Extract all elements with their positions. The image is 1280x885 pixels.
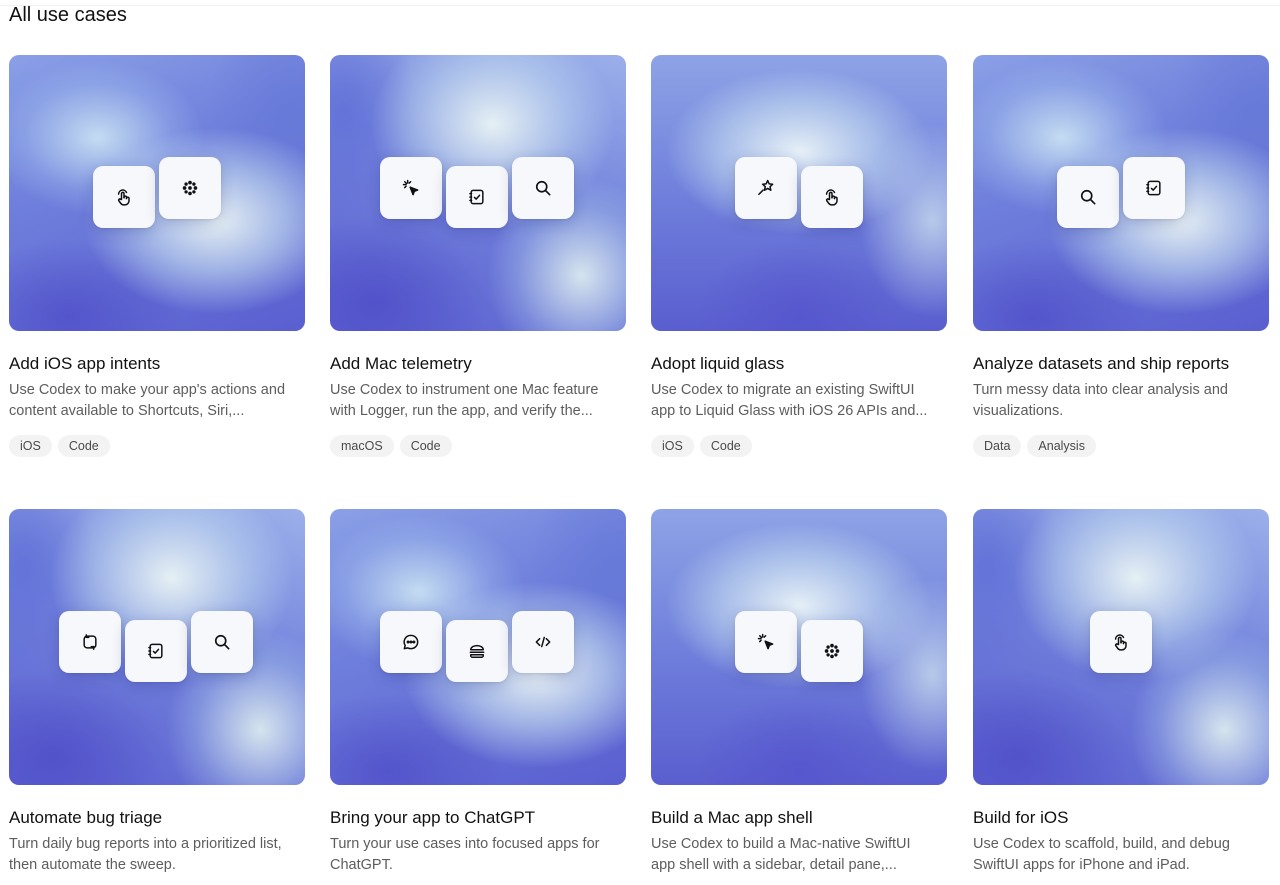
- tap-gesture-icon: [1090, 611, 1152, 673]
- card-description-line: Use Codex to make your app's actions and: [9, 382, 286, 398]
- tag-chip: Analysis: [1027, 435, 1096, 457]
- card-thumbnail: [651, 55, 947, 331]
- card-tags: macOS Code: [330, 435, 452, 457]
- tag-chip: Code: [57, 435, 110, 457]
- card-description-line: Turn your use cases into focused apps fo…: [330, 836, 600, 852]
- checklist-icon: [446, 166, 508, 228]
- tap-gesture-icon: [801, 166, 863, 228]
- card-title: Add Mac telemetry: [330, 354, 472, 373]
- tap-gesture-icon: [93, 166, 155, 228]
- card-tags: iOS Code: [651, 435, 752, 457]
- burger-icon: [446, 620, 508, 682]
- card-description: Use Codex to make your app's actions and…: [9, 380, 305, 421]
- card-thumbnail: [973, 55, 1269, 331]
- card-description-line: then automate the sweep.: [9, 856, 176, 873]
- card-description: Use Codex to instrument one Mac feature w…: [330, 380, 626, 421]
- rotate-square-icon: [59, 611, 121, 673]
- card-title: Analyze datasets and ship reports: [973, 354, 1230, 373]
- sparkle-cursor-icon: [380, 157, 442, 219]
- card-description-line: Use Codex to scaffold, build, and debug: [973, 836, 1230, 852]
- search-icon: [1057, 166, 1119, 228]
- card-thumbnail: [973, 509, 1269, 785]
- flower-icon: [801, 620, 863, 682]
- use-case-card[interactable]: Adopt liquid glass Use Codex to migrate a…: [651, 55, 947, 457]
- card-title: Bring your app to ChatGPT: [330, 808, 536, 827]
- tag-chip: Code: [399, 435, 452, 457]
- card-description: Use Codex to scaffold, build, and debug S…: [973, 834, 1269, 875]
- code-icon: [512, 611, 574, 673]
- magic-star-icon: [735, 157, 797, 219]
- card-description: Turn daily bug reports into a prioritize…: [9, 834, 305, 875]
- use-case-card[interactable]: Add Mac telemetry Use Codex to instrument…: [330, 55, 626, 457]
- card-description: Use Codex to migrate an existing SwiftUI…: [651, 380, 947, 421]
- card-title: Add iOS app intents: [9, 354, 161, 373]
- card-thumbnail: [9, 55, 305, 331]
- search-icon: [512, 157, 574, 219]
- card-description-line: Use Codex to migrate an existing SwiftUI: [651, 382, 915, 398]
- checklist-icon: [125, 620, 187, 682]
- card-description: Turn messy data into clear analysis and v…: [973, 380, 1269, 421]
- tag-chip: macOS: [330, 435, 394, 457]
- flower-icon: [159, 157, 221, 219]
- card-description-line: ChatGPT.: [330, 856, 393, 873]
- tag-chip: Code: [699, 435, 752, 457]
- card-description-line: visualizations.: [973, 402, 1064, 419]
- use-case-card[interactable]: Build for iOS Use Codex to scaffold, buil…: [973, 509, 1269, 873]
- use-case-card[interactable]: Automate bug triage Turn daily bug report…: [9, 509, 305, 873]
- chat-bubble-icon: [380, 611, 442, 673]
- card-description-line: SwiftUI apps for iPhone and iPad.: [973, 856, 1190, 873]
- card-tags: Data Analysis: [973, 435, 1096, 457]
- card-thumbnail: [330, 509, 626, 785]
- card-description-line: with Logger, run the app, and verify the…: [330, 402, 593, 419]
- card-description-line: Turn daily bug reports into a prioritize…: [9, 836, 282, 852]
- sparkle-cursor-icon: [735, 611, 797, 673]
- card-description-line: Use Codex to instrument one Mac feature: [330, 382, 599, 398]
- card-description-line: Turn messy data into clear analysis and: [973, 382, 1228, 398]
- use-case-card[interactable]: Bring your app to ChatGPT Turn your use c…: [330, 509, 626, 873]
- card-description-line: app shell with a sidebar, detail pane,..…: [651, 856, 897, 873]
- card-description: Use Codex to build a Mac-native SwiftUI a…: [651, 834, 947, 875]
- card-description-line: Use Codex to build a Mac-native SwiftUI: [651, 836, 911, 852]
- card-thumbnail: [330, 55, 626, 331]
- search-icon: [191, 611, 253, 673]
- card-tags: iOS Code: [9, 435, 110, 457]
- use-case-card[interactable]: Analyze datasets and ship reports Turn me…: [973, 55, 1269, 457]
- card-title: Adopt liquid glass: [651, 354, 785, 373]
- card-description-line: content available to Shortcuts, Siri,...: [9, 402, 245, 419]
- card-thumbnail: [9, 509, 305, 785]
- tag-chip: Data: [973, 435, 1022, 457]
- use-case-card[interactable]: Add iOS app intents Use Codex to make you…: [9, 55, 305, 457]
- tag-chip: iOS: [9, 435, 52, 457]
- card-title: Build a Mac app shell: [651, 808, 813, 827]
- card-title: Build for iOS: [973, 808, 1069, 827]
- use-case-card[interactable]: Build a Mac app shell Use Codex to build …: [651, 509, 947, 873]
- card-description: Turn your use cases into focused apps fo…: [330, 834, 626, 875]
- tag-chip: iOS: [651, 435, 694, 457]
- card-description-line: app to Liquid Glass with iOS 26 APIs and…: [651, 402, 928, 419]
- checklist-icon: [1123, 157, 1185, 219]
- top-divider: [0, 5, 1280, 6]
- card-title: Automate bug triage: [9, 808, 163, 827]
- card-thumbnail: [651, 509, 947, 785]
- page-title: All use cases: [9, 4, 127, 26]
